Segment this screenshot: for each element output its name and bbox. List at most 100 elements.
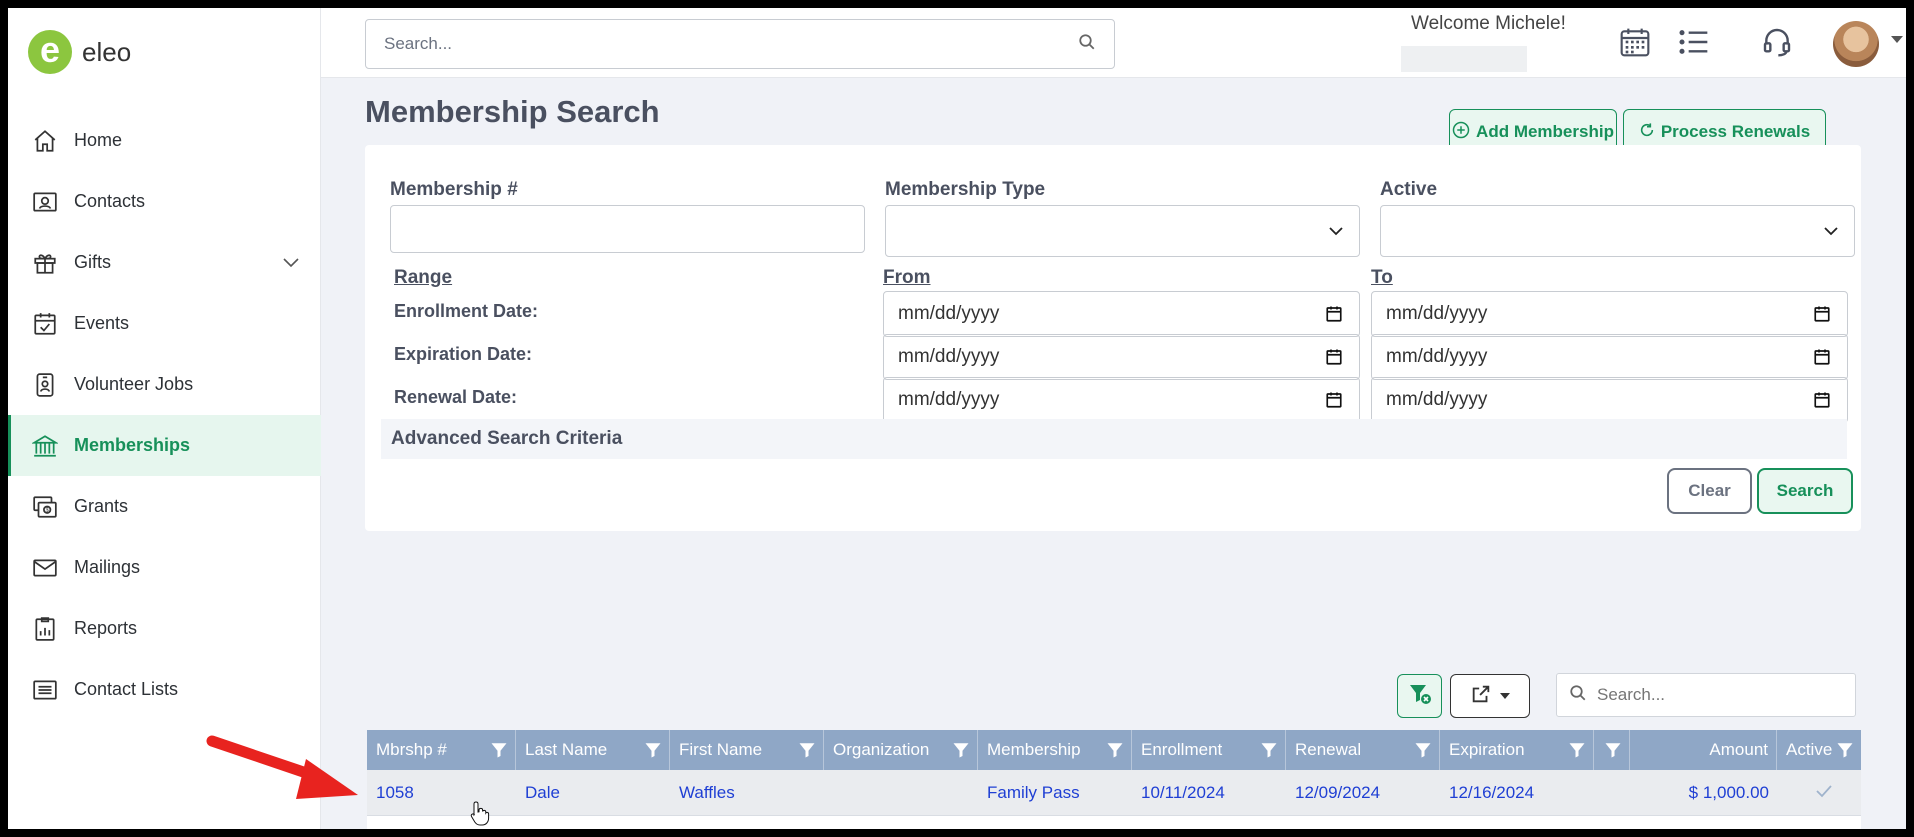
sidebar-item-volunteer-jobs[interactable]: Volunteer Jobs [8, 354, 321, 415]
app-window: e eleo Home Contacts Gifts Events Volunt… [8, 8, 1906, 829]
calendar-icon[interactable] [1813, 348, 1831, 372]
column-header-active[interactable]: Active [1777, 730, 1861, 770]
sidebar-item-reports[interactable]: Reports [8, 598, 321, 659]
eleo-logo-icon: e [28, 30, 72, 74]
column-header-first-name[interactable]: First Name [670, 730, 824, 770]
export-button[interactable] [1450, 674, 1530, 718]
search-button[interactable]: Search [1757, 468, 1853, 514]
sidebar-item-label: Home [74, 130, 123, 150]
filter-icon[interactable] [952, 741, 970, 764]
plus-circle-icon [1452, 121, 1470, 144]
cell-first-name[interactable]: Waffles [670, 770, 824, 816]
filter-icon[interactable] [1106, 741, 1124, 764]
brand[interactable]: e eleo [28, 30, 131, 74]
gift-icon [30, 248, 60, 278]
search-icon[interactable] [1078, 33, 1096, 56]
sidebar-item-contacts[interactable]: Contacts [8, 171, 321, 232]
calendar-grid-icon[interactable] [1619, 26, 1651, 63]
calendar-icon[interactable] [1813, 305, 1831, 329]
enrollment-date-label: Enrollment Date: [394, 301, 539, 321]
column-header-mbrshp[interactable]: Mbrshp # [367, 730, 516, 770]
cell-amount[interactable]: $ 1,000.00 [1630, 770, 1777, 816]
export-icon [1470, 683, 1492, 710]
sidebar-item-contact-lists[interactable]: Contact Lists [8, 659, 321, 720]
expiration-date-label: Expiration Date: [394, 344, 533, 364]
renewal-to-date[interactable]: mm/dd/yyyy [1371, 377, 1848, 423]
sidebar-item-events[interactable]: Events [8, 293, 321, 354]
headset-icon[interactable] [1761, 26, 1793, 63]
active-select[interactable] [1380, 205, 1855, 257]
calendar-icon[interactable] [1325, 391, 1343, 415]
clear-filters-button[interactable] [1397, 674, 1442, 718]
cell-last-name[interactable]: Dale [516, 770, 670, 816]
contact-card-icon [30, 187, 60, 217]
calendar-icon[interactable] [1325, 348, 1343, 372]
money-cards-icon: $ [30, 492, 60, 522]
filter-icon[interactable] [644, 741, 662, 764]
cell-mbrshp[interactable]: 1058 [367, 770, 516, 816]
column-header-organization[interactable]: Organization [824, 730, 978, 770]
refresh-icon [1639, 122, 1655, 143]
grid-search-input[interactable] [1597, 685, 1837, 705]
bank-icon [30, 431, 60, 461]
avatar[interactable] [1833, 21, 1879, 67]
renewal-date-label: Renewal Date: [394, 387, 518, 407]
task-list-icon[interactable] [1678, 26, 1710, 63]
advanced-search-toggle[interactable]: Advanced Search Criteria [381, 419, 1847, 459]
column-header-renewal[interactable]: Renewal [1286, 730, 1440, 770]
calendar-icon[interactable] [1325, 305, 1343, 329]
membership-number-input[interactable] [390, 205, 865, 253]
cell-organization[interactable] [824, 770, 978, 816]
renewal-from-date[interactable]: mm/dd/yyyy [883, 377, 1360, 423]
cell-renewal[interactable]: 12/09/2024 [1286, 770, 1440, 816]
enrollment-from-date[interactable]: mm/dd/yyyy [883, 291, 1360, 337]
global-search[interactable] [365, 19, 1115, 69]
filter-icon[interactable] [1568, 741, 1586, 764]
cell-enrollment[interactable]: 10/11/2024 [1132, 770, 1286, 816]
cell-expiration[interactable]: 12/16/2024 [1440, 770, 1594, 816]
brand-name: eleo [82, 36, 132, 67]
grid-search[interactable] [1556, 673, 1856, 717]
sidebar-item-grants[interactable]: $ Grants [8, 476, 321, 537]
sidebar-item-gifts[interactable]: Gifts [8, 232, 321, 293]
sidebar-item-label: Mailings [74, 557, 141, 577]
enrollment-to-date[interactable]: mm/dd/yyyy [1371, 291, 1848, 337]
membership-type-label: Membership Type [885, 179, 1046, 200]
column-header-extra[interactable] [1594, 730, 1630, 770]
sidebar-item-label: Contact Lists [74, 679, 179, 699]
sidebar-item-home[interactable]: Home [8, 110, 321, 171]
expiration-from-date[interactable]: mm/dd/yyyy [883, 334, 1360, 380]
column-header-enrollment[interactable]: Enrollment [1132, 730, 1286, 770]
calendar-check-icon [30, 309, 60, 339]
filter-icon[interactable] [1414, 741, 1432, 764]
to-heading: To [1371, 267, 1393, 288]
filter-icon[interactable] [490, 741, 508, 764]
welcome-text: Welcome Michele! [1411, 13, 1566, 34]
expiration-to-date[interactable]: mm/dd/yyyy [1371, 334, 1848, 380]
global-search-input[interactable] [384, 34, 1078, 54]
clear-button[interactable]: Clear [1667, 468, 1752, 514]
filter-icon[interactable] [1836, 741, 1854, 764]
column-header-last-name[interactable]: Last Name [516, 730, 670, 770]
sidebar-item-mailings[interactable]: Mailings [8, 537, 321, 598]
chevron-down-icon[interactable] [283, 252, 299, 273]
chevron-down-icon[interactable] [1891, 36, 1903, 43]
filter-icon[interactable] [1260, 741, 1278, 764]
cell-membership[interactable]: Family Pass [978, 770, 1132, 816]
filter-icon[interactable] [798, 741, 816, 764]
column-header-amount[interactable]: Amount [1630, 730, 1777, 770]
sidebar-item-memberships[interactable]: Memberships [8, 415, 321, 476]
sidebar-item-label: Gifts [74, 252, 112, 272]
sidebar-item-label: Volunteer Jobs [74, 374, 194, 394]
calendar-icon[interactable] [1813, 391, 1831, 415]
sidebar: e eleo Home Contacts Gifts Events Volunt… [8, 8, 321, 829]
membership-type-select[interactable] [885, 205, 1360, 257]
table-row [367, 816, 1861, 829]
column-header-membership[interactable]: Membership [978, 730, 1132, 770]
filter-clear-icon [1408, 682, 1432, 711]
filter-icon[interactable] [1604, 741, 1622, 764]
caret-down-icon [1500, 693, 1510, 699]
annotation-arrow-icon [206, 735, 358, 799]
table-row[interactable]: 1058 Dale Waffles Family Pass 10/11/2024… [367, 770, 1861, 816]
column-header-expiration[interactable]: Expiration [1440, 730, 1594, 770]
